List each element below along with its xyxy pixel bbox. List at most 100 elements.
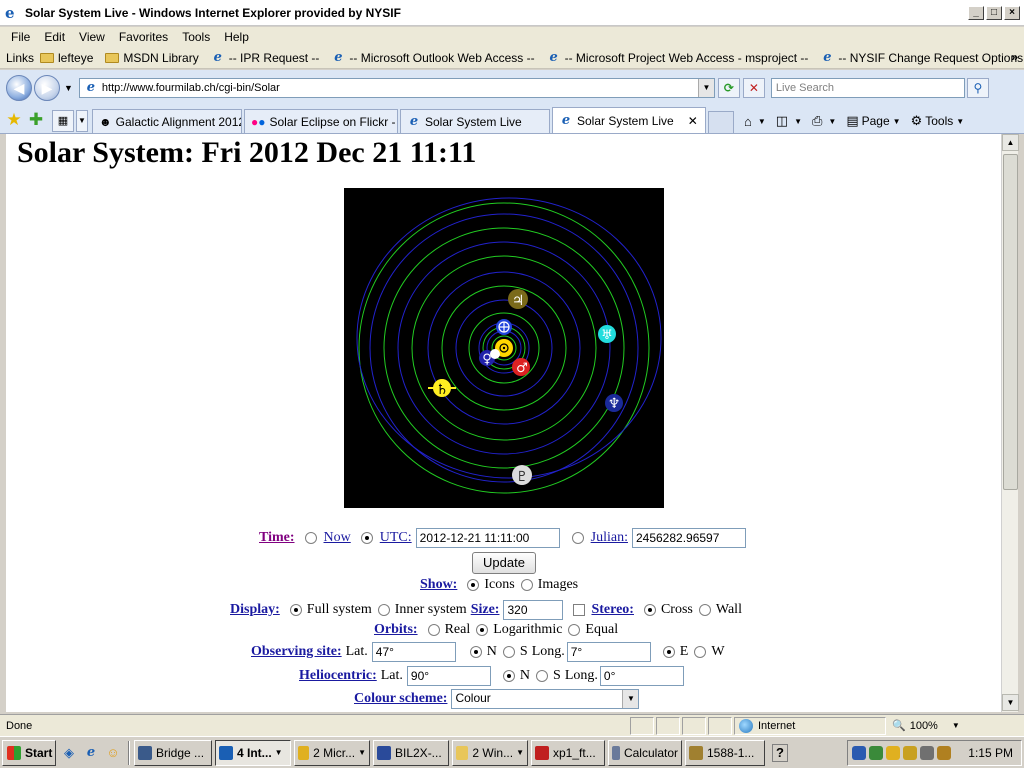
stereo-label[interactable]: Stereo: <box>591 602 634 618</box>
stereo-cross-radio[interactable] <box>643 604 656 616</box>
menu-file[interactable]: File <box>4 30 37 44</box>
obs-west-radio[interactable] <box>694 646 707 658</box>
tab-solar-eclipse-flickr[interactable]: ●● Solar Eclipse on Flickr - ... <box>244 109 398 133</box>
time-julian-radio[interactable] <box>571 532 584 544</box>
stereo-checkbox[interactable] <box>573 604 586 616</box>
taskbar-item-microsoft[interactable]: 2 Micr... ▼ <box>294 739 370 766</box>
size-label[interactable]: Size: <box>471 602 500 618</box>
display-full-radio[interactable] <box>289 604 302 616</box>
obs-east-radio[interactable] <box>662 646 675 658</box>
observing-site-label[interactable]: Observing site: <box>251 644 342 660</box>
history-dropdown-icon[interactable]: ▼ <box>64 83 73 93</box>
obs-long-input[interactable]: 7° <box>566 642 651 662</box>
link-change-request[interactable]: e -- NYSIF Change Request Options -- <box>820 50 1024 65</box>
helio-lat-input[interactable]: 90° <box>406 666 491 686</box>
help-icon[interactable]: ? <box>772 743 788 762</box>
obs-north-radio[interactable] <box>469 646 482 658</box>
feeds-button[interactable]: ◫ ▼ <box>776 113 802 129</box>
show-label[interactable]: Show: <box>420 577 457 593</box>
search-input[interactable]: Live Search <box>770 78 965 98</box>
page-menu[interactable]: ▤ Page ▼ <box>846 113 900 129</box>
quicklaunch-outlook-icon[interactable]: ☺ <box>104 743 122 763</box>
url-input[interactable]: e http://www.fourmilab.ch/cgi-bin/Solar … <box>78 78 715 98</box>
update-button[interactable]: Update <box>472 552 536 574</box>
link-outlook-web-access[interactable]: e -- Microsoft Outlook Web Access -- <box>331 50 534 65</box>
time-now-radio[interactable] <box>304 532 317 544</box>
tools-menu[interactable]: ⚙ Tools ▼ <box>911 113 965 129</box>
colour-scheme-label[interactable]: Colour scheme: <box>354 691 447 707</box>
quick-tabs-icon[interactable]: ▦ <box>52 110 74 132</box>
display-label[interactable]: Display: <box>230 602 280 618</box>
vertical-scrollbar[interactable]: ▲ ▼ <box>1001 134 1019 712</box>
print-button[interactable]: ⎙ ▼ <box>812 113 836 129</box>
taskbar-item-calculator[interactable]: Calculator <box>608 739 682 766</box>
scroll-down-icon[interactable]: ▼ <box>1002 694 1019 711</box>
taskbar-item-internet-explorer[interactable]: 4 Int... ▼ <box>215 739 291 766</box>
helio-long-input[interactable]: 0° <box>599 666 684 686</box>
scroll-thumb[interactable] <box>1003 154 1018 490</box>
julian-input[interactable]: 2456282.96597 <box>631 528 746 548</box>
stereo-wall-radio[interactable] <box>698 604 711 616</box>
link-project-web-access[interactable]: e -- Microsoft Project Web Access - mspro… <box>547 50 808 65</box>
chevron-right-icon[interactable]: » <box>1011 50 1018 64</box>
refresh-button[interactable]: ⟳ <box>717 78 740 98</box>
colour-scheme-select[interactable]: Colour ▼ <box>451 689 640 709</box>
show-icons-radio[interactable] <box>467 579 480 591</box>
now-link[interactable]: Now <box>324 530 351 546</box>
add-favorite-icon[interactable]: ✚ <box>26 109 46 133</box>
taskbar-item-bil2x[interactable]: BIL2X-... <box>373 739 449 766</box>
utc-link[interactable]: UTC: <box>380 530 412 546</box>
sync-icon[interactable] <box>920 746 934 760</box>
network-icon[interactable] <box>852 746 866 760</box>
maximize-button[interactable]: □ <box>986 5 1002 20</box>
search-button[interactable]: ⚲ <box>966 78 989 98</box>
orbits-label[interactable]: Orbits: <box>374 622 418 638</box>
menu-view[interactable]: View <box>72 30 112 44</box>
orbits-real-radio[interactable] <box>427 624 440 636</box>
back-button[interactable]: ◀ <box>6 75 32 101</box>
taskbar-item-1588[interactable]: 1588-1... <box>685 739 765 766</box>
heliocentric-label[interactable]: Heliocentric: <box>299 668 377 684</box>
tab-galactic-alignment[interactable]: ☻ Galactic Alignment 2012... <box>92 109 242 133</box>
size-input[interactable]: 320 <box>503 600 564 620</box>
obs-south-radio[interactable] <box>502 646 515 658</box>
new-tab-button[interactable] <box>708 111 734 133</box>
menu-edit[interactable]: Edit <box>37 30 72 44</box>
lock-icon[interactable] <box>937 746 951 760</box>
scroll-up-icon[interactable]: ▲ <box>1002 134 1019 151</box>
menu-tools[interactable]: Tools <box>175 30 217 44</box>
taskbar-item-bridge[interactable]: Bridge ... <box>134 739 212 766</box>
quicklaunch-ie-icon[interactable]: e <box>82 743 100 763</box>
menu-help[interactable]: Help <box>217 30 256 44</box>
zoom-control[interactable]: 🔍 100% ▼ <box>888 719 960 733</box>
utc-input[interactable]: 2012-12-21 11:11:00 <box>415 528 560 548</box>
tab-solar-system-live-1[interactable]: e Solar System Live <box>400 109 550 133</box>
orbits-equal-radio[interactable] <box>568 624 581 636</box>
favorites-star-icon[interactable]: ★ <box>4 109 24 133</box>
close-button[interactable]: × <box>1004 5 1020 20</box>
start-button[interactable]: Start <box>2 739 56 766</box>
display-inner-radio[interactable] <box>377 604 390 616</box>
forward-button[interactable]: ▶ <box>34 75 60 101</box>
antivirus-icon[interactable] <box>869 746 883 760</box>
tab-list-dropdown-icon[interactable]: ▼ <box>76 110 88 132</box>
outlook-tray-icon[interactable] <box>903 746 917 760</box>
link-msdn-library[interactable]: MSDN Library <box>105 51 199 65</box>
time-utc-radio[interactable] <box>360 532 373 544</box>
show-images-radio[interactable] <box>520 579 533 591</box>
home-button[interactable]: ⌂ ▼ <box>744 114 766 129</box>
obs-lat-input[interactable]: 47° <box>371 642 456 662</box>
taskbar-item-windows-explorer[interactable]: 2 Win... ▼ <box>452 739 528 766</box>
close-tab-icon[interactable]: ✕ <box>688 114 698 128</box>
url-dropdown-icon[interactable]: ▼ <box>697 79 714 97</box>
link-lefteye[interactable]: lefteye <box>40 51 93 65</box>
link-ipr-request[interactable]: e -- IPR Request -- <box>211 50 320 65</box>
shield-icon[interactable] <box>886 746 900 760</box>
time-label[interactable]: Time: <box>259 530 295 546</box>
taskbar-item-pdf[interactable]: xp1_ft... <box>531 739 605 766</box>
stop-button[interactable]: ✕ <box>742 78 765 98</box>
quicklaunch-desktop-icon[interactable]: ◈ <box>60 743 78 763</box>
julian-link[interactable]: Julian: <box>591 530 628 546</box>
helio-south-radio[interactable] <box>536 670 549 682</box>
helio-north-radio[interactable] <box>502 670 515 682</box>
